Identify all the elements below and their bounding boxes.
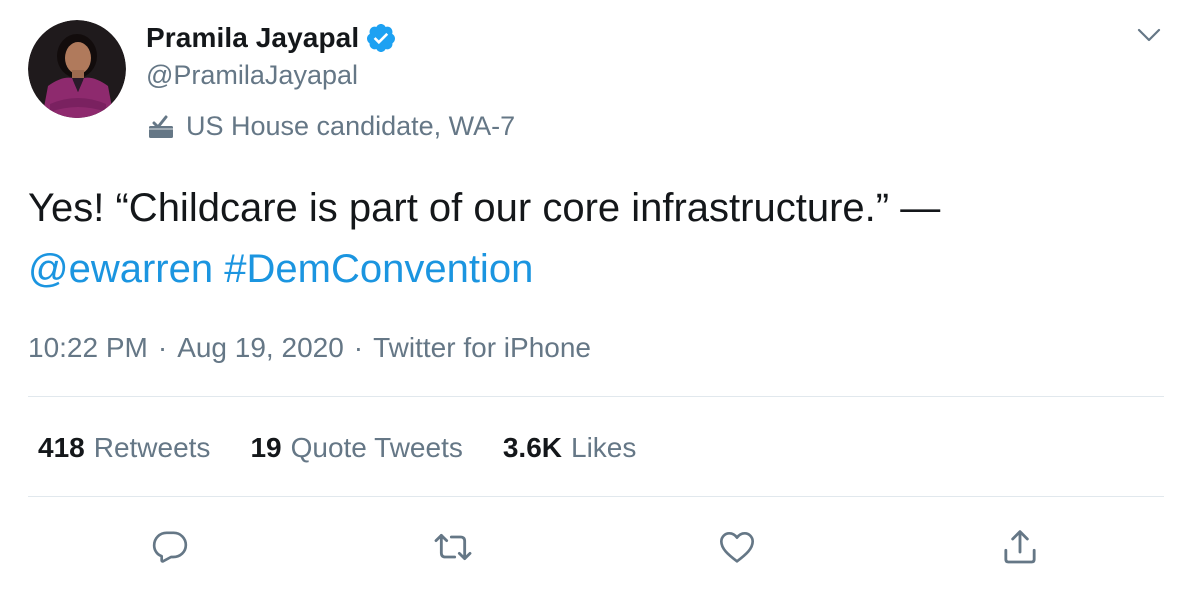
- likes-count: 3.6K: [502, 432, 563, 463]
- reply-icon: [152, 531, 188, 563]
- like-button[interactable]: [716, 526, 758, 568]
- quote-tweets-label: Quote Tweets: [290, 432, 463, 463]
- hashtag-link[interactable]: #DemConvention: [224, 247, 533, 291]
- likes-stat[interactable]: 3.6K Likes: [503, 432, 637, 464]
- meta-separator: ·: [353, 332, 364, 363]
- tweet: Pramila Jayapal @PramilaJayapal US House…: [0, 0, 1196, 592]
- mention-link[interactable]: @ewarren: [28, 247, 213, 291]
- tweet-date[interactable]: Aug 19, 2020: [177, 332, 344, 364]
- divider: [28, 396, 1164, 397]
- heart-icon: [720, 532, 754, 563]
- retweet-button[interactable]: [432, 526, 474, 568]
- tweet-meta: 10:22 PM · Aug 19, 2020 · Twitter for iP…: [28, 328, 591, 368]
- author-name-row: Pramila Jayapal: [146, 18, 397, 58]
- quote-tweets-count: 19: [250, 432, 282, 463]
- avatar-image: [28, 20, 126, 118]
- author-label: US House candidate, WA-7: [146, 107, 515, 145]
- ballot-box-icon: [146, 111, 176, 141]
- author-handle[interactable]: @PramilaJayapal: [146, 60, 358, 91]
- tweet-time[interactable]: 10:22 PM: [28, 332, 148, 364]
- chevron-down-icon[interactable]: [1136, 22, 1162, 48]
- retweets-label: Retweets: [93, 432, 211, 463]
- tweet-text-body: Yes! “Childcare is part of our core infr…: [28, 186, 941, 230]
- tweet-source[interactable]: Twitter for iPhone: [373, 332, 591, 364]
- meta-separator: ·: [157, 332, 168, 363]
- share-button[interactable]: [999, 526, 1041, 568]
- divider: [28, 496, 1164, 497]
- retweets-stat[interactable]: 418 Retweets: [38, 432, 210, 464]
- author-label-text: US House candidate, WA-7: [186, 110, 516, 141]
- tweet-text: Yes! “Childcare is part of our core infr…: [28, 178, 1168, 300]
- author-display-name[interactable]: Pramila Jayapal: [146, 22, 359, 54]
- tweet-stats: 418 Retweets 19 Quote Tweets 3.6K Likes: [38, 428, 676, 468]
- quote-tweets-stat[interactable]: 19 Quote Tweets: [250, 432, 462, 464]
- retweets-count: 418: [38, 432, 85, 463]
- reply-button[interactable]: [149, 526, 191, 568]
- share-icon: [1004, 530, 1036, 564]
- retweet-icon: [434, 533, 472, 561]
- likes-label: Likes: [571, 432, 637, 463]
- avatar[interactable]: [28, 20, 126, 118]
- verified-badge-icon: [365, 22, 397, 54]
